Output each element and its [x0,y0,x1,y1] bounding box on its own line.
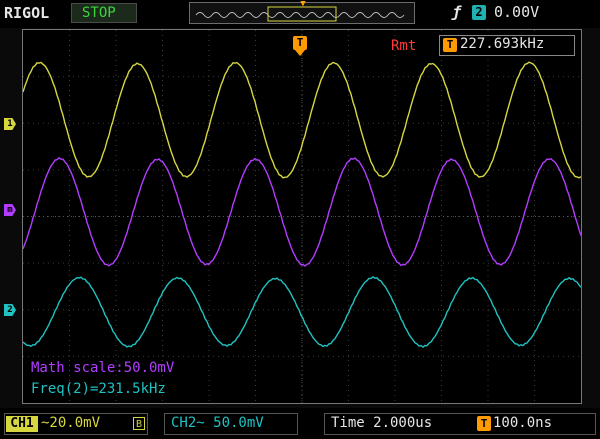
frequency-measurement: Freq(2)=231.5kHz [31,381,166,397]
math-scale-readout: Math scale:50.0mV [31,360,175,376]
channel-settings-bar: CH1 ~20.0mV B CH2~ 50.0mV Time 2.000us T… [0,408,600,439]
brand-logo: RIGOL [4,4,50,22]
frequency-counter: T 227.693kHz [439,35,575,56]
trigger-time-arrow-icon [295,50,305,56]
ch1-label: CH1 [6,416,38,432]
run-state-label: STOP [82,5,116,21]
rising-edge-icon: ƒ [452,3,462,21]
trigger-source-badge: 2 [472,5,486,20]
ch2-scale: CH2~ 50.0mV [171,415,264,431]
remote-indicator: Rmt [391,38,417,54]
counter-trigger-icon: T [443,38,457,52]
ch1-settings[interactable]: CH1 ~20.0mV B [4,413,148,435]
oscilloscope-display: RIGOL STOP ▼ ƒ 2 0.00V T Rmt T 227.693kH… [0,0,600,439]
frequency-counter-value: 227.693kHz [460,36,545,52]
ch2-offset-marker[interactable]: 2 [4,304,16,316]
trigger-offset-icon: T [477,416,491,431]
timebase-value: Time 2.000us [331,415,433,431]
math-offset-marker[interactable]: m [4,204,16,216]
trigger-time-marker-icon[interactable]: T [293,36,307,50]
ch2-settings[interactable]: CH2~ 50.0mV [164,413,298,435]
trigger-info[interactable]: ƒ 2 0.00V [440,3,574,23]
ch1-offset-marker[interactable]: 1 [4,118,16,130]
bandwidth-limit-badge: B [133,417,145,430]
trigger-offset-value: 100.0ns [493,415,553,431]
status-bar: RIGOL STOP ▼ ƒ 2 0.00V [0,0,600,28]
run-stop-indicator[interactable]: STOP [71,3,137,23]
trigger-position-icon: ▼ [300,0,306,9]
graticule [23,30,581,403]
ch1-scale: ~20.0mV [41,415,101,431]
trigger-level: 0.00V [494,3,540,21]
timebase-settings[interactable]: Time 2.000us T 100.0ns [324,413,596,435]
ch2-waveform [23,276,581,348]
waveform-area[interactable] [22,29,582,404]
